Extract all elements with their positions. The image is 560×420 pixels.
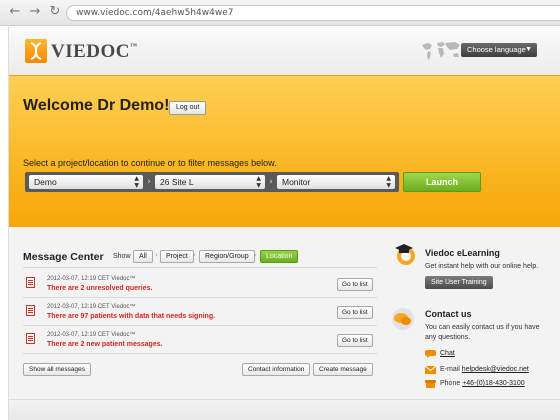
logout-button[interactable]: Log out [169, 101, 207, 115]
message-meta: 2012-03-07, 12:19 CET Viedoc™ [47, 304, 136, 310]
go-to-list-button[interactable]: Go to list [337, 334, 373, 347]
envelope-icon [425, 366, 436, 374]
phone-link[interactable]: +46-(0)18-430-3100 [462, 380, 524, 387]
filter-all-button[interactable]: All [133, 250, 153, 263]
message-document-icon [26, 305, 35, 316]
page: VIEDOC™ Choose language ▼ Welcome Dr Dem… [8, 27, 560, 420]
role-select[interactable]: Monitor ▲ ▼ [277, 175, 395, 189]
go-to-list-button[interactable]: Go to list [337, 306, 373, 319]
show-label: Show [113, 253, 131, 260]
elearning-text: Get instant help with our online help. [425, 263, 539, 270]
message-text: There are 97 patients with data that nee… [47, 313, 216, 320]
instruction-text: Select a project/location to continue or… [23, 158, 277, 168]
updown-arrows-icon: ▲ ▼ [256, 175, 261, 189]
chat-bubbles-icon [392, 308, 414, 330]
footer-strip [9, 399, 560, 420]
project-select[interactable]: Demo ▲ ▼ [29, 175, 143, 189]
world-map-icon [422, 42, 460, 60]
filter-location-button[interactable]: Location [260, 250, 299, 263]
reload-icon[interactable]: ↻ [48, 5, 62, 19]
message-text: There are 2 new patient messages. [47, 341, 163, 348]
choose-language-button[interactable]: Choose language ▼ [461, 43, 537, 57]
message-row: 2012-03-07, 12:19 CET Viedoc™ There are … [23, 327, 377, 354]
phone-icon [425, 380, 436, 388]
back-arrow-icon[interactable]: ← [8, 5, 22, 19]
message-row: 2012-03-07, 12:19 CET Viedoc™ There are … [23, 299, 377, 326]
elearning-title: Viedoc eLearning [425, 248, 500, 258]
email-label: E-mail [440, 366, 460, 373]
address-bar[interactable]: www.viedoc.com/4aehw5h4w4we7 [66, 5, 560, 21]
updown-arrows-icon: ▲ ▼ [134, 175, 139, 189]
message-center-title: Message Center [23, 251, 104, 263]
phone-label: Phone [440, 380, 461, 387]
chevron-right-icon: › [254, 251, 257, 259]
message-document-icon [26, 277, 35, 288]
chevron-down-icon: ▼ [525, 46, 532, 53]
logo-wordmark[interactable]: VIEDOC™ [51, 41, 138, 63]
contact-text: You can easily contact us if you have any… [425, 324, 540, 341]
filter-project-button[interactable]: Project [160, 250, 194, 263]
go-to-list-button[interactable]: Go to list [337, 278, 373, 291]
graduation-cap-icon [395, 244, 415, 265]
updown-arrows-icon: ▲ ▼ [386, 175, 391, 189]
chevron-right-icon: › [193, 251, 196, 259]
filter-region-group-button[interactable]: Region/Group [199, 250, 255, 263]
dna-logo-icon [25, 39, 47, 63]
site-select[interactable]: 26 Site L ▲ ▼ [155, 175, 265, 189]
message-list: 2012-03-07, 12:19 CET Viedoc™ There are … [23, 267, 377, 357]
chevron-right-icon: › [269, 177, 273, 187]
message-meta: 2012-03-07, 12:19 CET Viedoc™ [47, 276, 136, 282]
launch-button[interactable]: Launch [403, 172, 481, 192]
chat-link[interactable]: Chat [440, 350, 455, 357]
email-link[interactable]: helpdesk@viedoc.net [462, 366, 529, 373]
chevron-right-icon: › [147, 177, 151, 187]
forward-arrow-icon[interactable]: → [28, 5, 42, 19]
chevron-right-icon: › [155, 251, 158, 259]
site-user-training-button[interactable]: Site User Training [425, 276, 493, 289]
welcome-banner: Welcome Dr Demo! Log out Select a projec… [9, 75, 560, 227]
site-header: VIEDOC™ Choose language ▼ [9, 27, 560, 75]
contact-title: Contact us [425, 309, 472, 319]
message-meta: 2012-03-07, 12:19 CET Viedoc™ [47, 332, 136, 338]
message-document-icon [26, 333, 35, 344]
contact-information-button[interactable]: Contact information [242, 363, 311, 376]
project-selector-bar: Demo ▲ ▼ › 26 Site L ▲ ▼ › Monitor ▲ ▼ [25, 172, 399, 192]
chat-icon [425, 350, 436, 358]
message-text: There are 2 unresolved queries. [47, 285, 153, 292]
create-message-button[interactable]: Create message [313, 363, 373, 376]
show-all-messages-button[interactable]: Show all messages [23, 363, 91, 376]
browser-toolbar: ← → ↻ www.viedoc.com/4aehw5h4w4we7 [0, 0, 560, 26]
message-row: 2012-03-07, 12:19 CET Viedoc™ There are … [23, 271, 377, 298]
welcome-heading: Welcome Dr Demo! [23, 97, 170, 114]
